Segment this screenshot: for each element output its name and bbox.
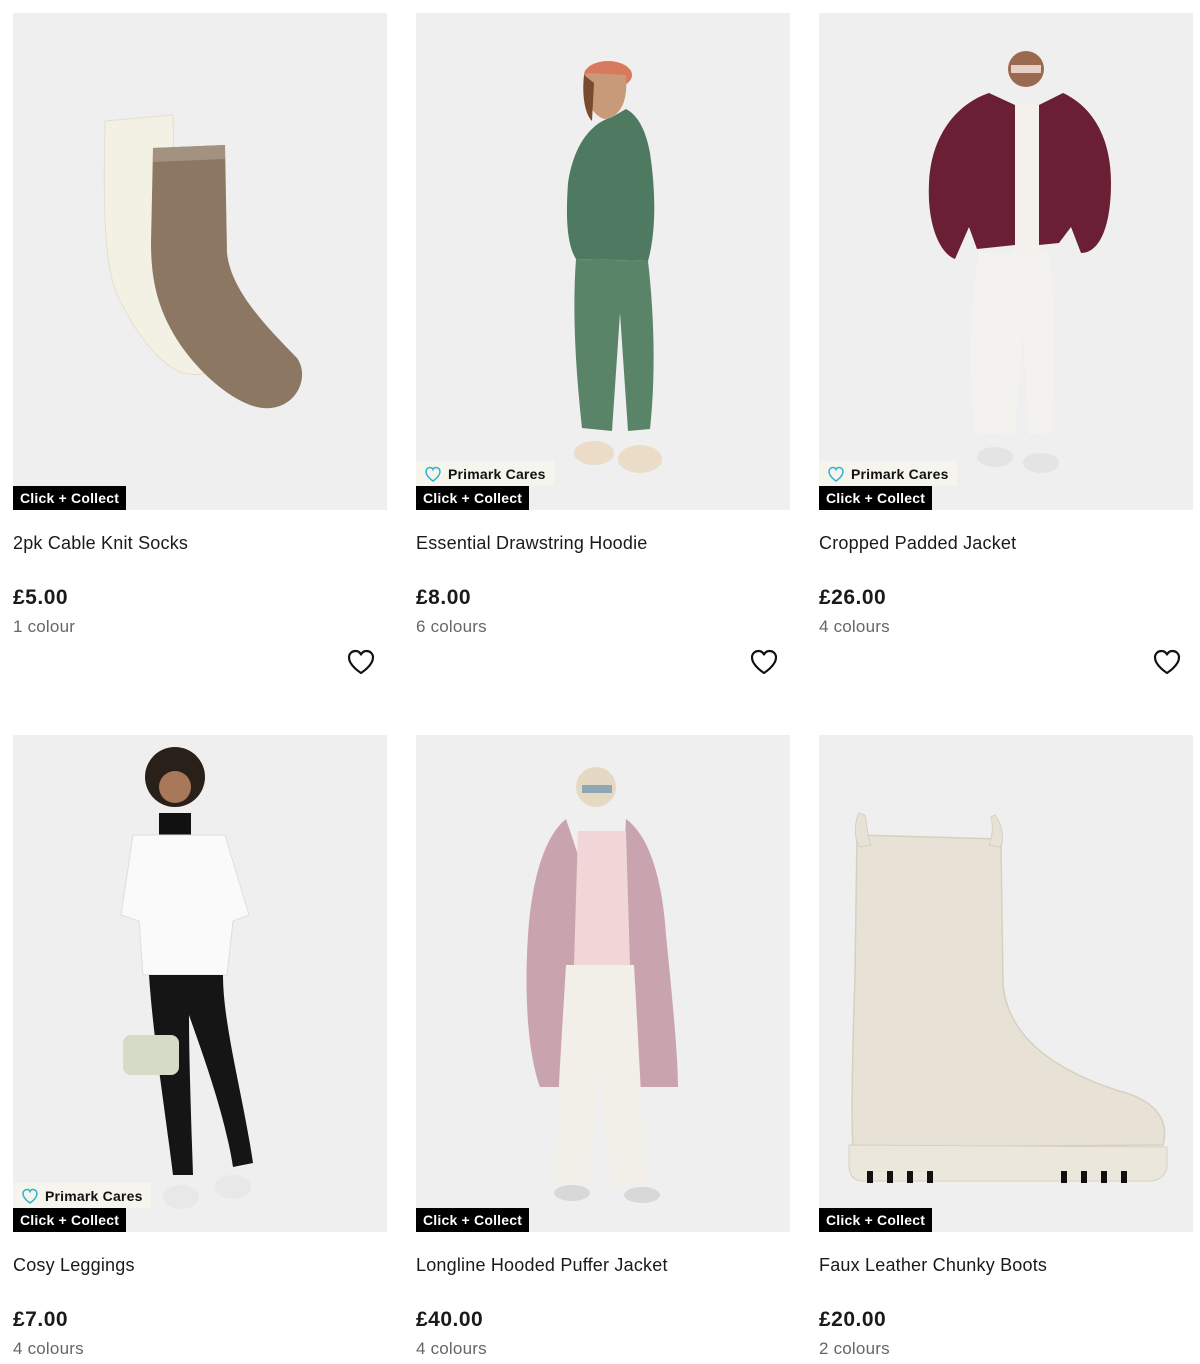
colour-count: 1 colour bbox=[13, 617, 76, 636]
product-image-link[interactable]: Primark Cares Click + Collect bbox=[819, 13, 1193, 510]
heart-icon bbox=[750, 649, 778, 675]
click-collect-badge: Click + Collect bbox=[819, 1208, 933, 1232]
product-image-link[interactable]: Click + Collect bbox=[416, 735, 790, 1232]
product-title[interactable]: Longline Hooded Puffer Jacket bbox=[416, 1254, 790, 1276]
heart-icon bbox=[1153, 649, 1181, 675]
product-title[interactable]: Cosy Leggings bbox=[13, 1254, 387, 1276]
primark-cares-badge: Primark Cares bbox=[416, 461, 554, 486]
product-price: £40.00 bbox=[416, 1308, 484, 1331]
wishlist-button[interactable] bbox=[1151, 646, 1183, 678]
product-price: £8.00 bbox=[416, 586, 472, 609]
badge-stack: Click + Collect bbox=[819, 1208, 933, 1232]
colour-count: 4 colours bbox=[13, 1339, 84, 1358]
product-title[interactable]: 2pk Cable Knit Socks bbox=[13, 532, 387, 554]
badge-stack: Primark Cares Click + Collect bbox=[819, 461, 957, 510]
product-card[interactable]: Primark Cares Click + Collect Essential … bbox=[416, 13, 790, 675]
primark-cares-label: Primark Cares bbox=[851, 465, 949, 482]
product-grid: Click + Collect 2pk Cable Knit Socks £5.… bbox=[0, 0, 1200, 1364]
colour-count: 6 colours bbox=[416, 617, 487, 636]
socks-image bbox=[13, 13, 387, 510]
click-collect-badge: Click + Collect bbox=[819, 486, 933, 510]
heart-outline-icon bbox=[828, 466, 844, 482]
product-price: £7.00 bbox=[13, 1308, 69, 1331]
product-image-link[interactable]: Click + Collect bbox=[13, 13, 387, 510]
product-card[interactable]: Click + Collect Longline Hooded Puffer J… bbox=[416, 735, 790, 1359]
boots-image bbox=[819, 735, 1193, 1232]
product-card[interactable]: Primark Cares Click + Collect Cropped Pa… bbox=[819, 13, 1193, 675]
product-title[interactable]: Faux Leather Chunky Boots bbox=[819, 1254, 1193, 1276]
click-collect-badge: Click + Collect bbox=[416, 486, 530, 510]
primark-cares-label: Primark Cares bbox=[45, 1187, 143, 1204]
product-card[interactable]: Click + Collect Faux Leather Chunky Boot… bbox=[819, 735, 1193, 1359]
badge-stack: Click + Collect bbox=[13, 486, 127, 510]
badge-stack: Click + Collect bbox=[416, 1208, 530, 1232]
product-image-link[interactable]: Primark Cares Click + Collect bbox=[416, 13, 790, 510]
wishlist-button[interactable] bbox=[748, 646, 780, 678]
product-title[interactable]: Cropped Padded Jacket bbox=[819, 532, 1193, 554]
wishlist-button[interactable] bbox=[345, 646, 377, 678]
leggings-image bbox=[13, 735, 387, 1232]
colour-count: 4 colours bbox=[416, 1339, 487, 1358]
product-price: £20.00 bbox=[819, 1308, 887, 1331]
badge-stack: Primark Cares Click + Collect bbox=[416, 461, 554, 510]
click-collect-badge: Click + Collect bbox=[13, 486, 127, 510]
badge-stack: Primark Cares Click + Collect bbox=[13, 1183, 151, 1232]
product-title[interactable]: Essential Drawstring Hoodie bbox=[416, 532, 790, 554]
heart-icon bbox=[347, 649, 375, 675]
colour-count: 4 colours bbox=[819, 617, 890, 636]
product-image-link[interactable]: Click + Collect bbox=[819, 735, 1193, 1232]
colour-count: 2 colours bbox=[819, 1339, 890, 1358]
primark-cares-badge: Primark Cares bbox=[819, 461, 957, 486]
product-price: £5.00 bbox=[13, 586, 69, 609]
primark-cares-badge: Primark Cares bbox=[13, 1183, 151, 1208]
jacket-image bbox=[819, 13, 1193, 510]
heart-outline-icon bbox=[425, 466, 441, 482]
product-price: £26.00 bbox=[819, 586, 887, 609]
primark-cares-label: Primark Cares bbox=[448, 465, 546, 482]
puffer-image bbox=[416, 735, 790, 1232]
click-collect-badge: Click + Collect bbox=[13, 1208, 127, 1232]
click-collect-badge: Click + Collect bbox=[416, 1208, 530, 1232]
product-card[interactable]: Click + Collect 2pk Cable Knit Socks £5.… bbox=[13, 13, 387, 675]
hoodie-image bbox=[416, 13, 790, 510]
product-image-link[interactable]: Primark Cares Click + Collect bbox=[13, 735, 387, 1232]
heart-outline-icon bbox=[22, 1188, 38, 1204]
product-card[interactable]: Primark Cares Click + Collect Cosy Leggi… bbox=[13, 735, 387, 1359]
